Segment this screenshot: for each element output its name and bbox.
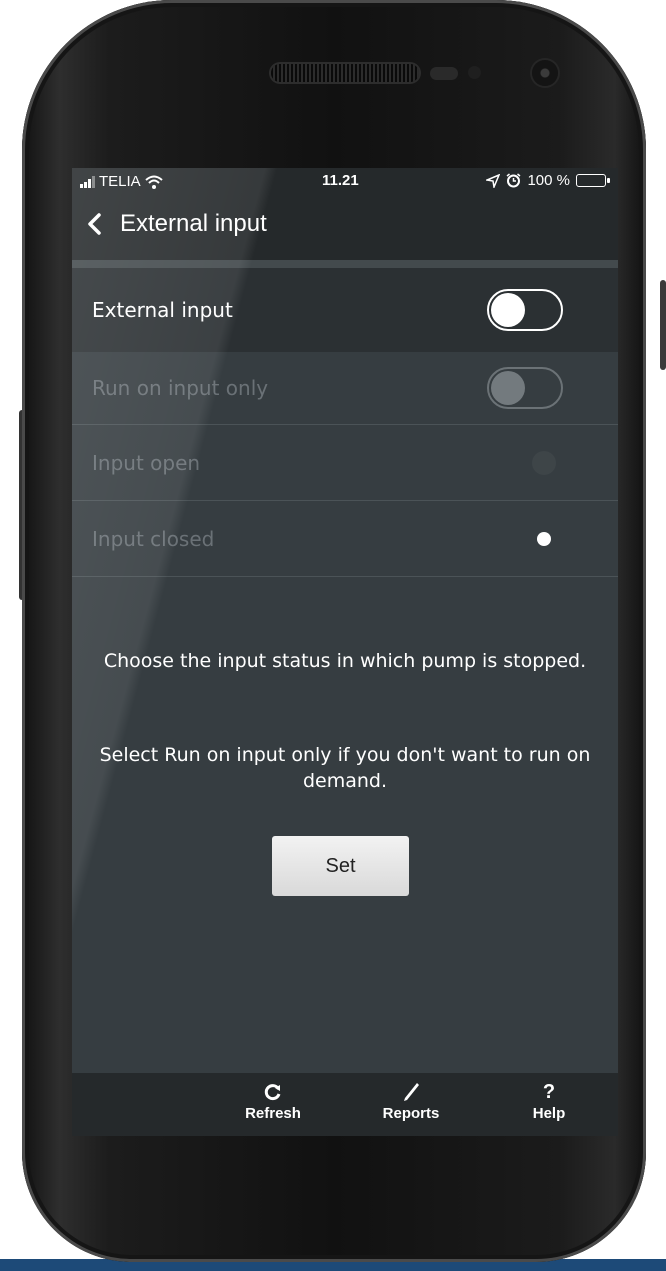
- external-input-row: External input: [72, 268, 618, 352]
- toggle-knob: [491, 293, 525, 327]
- input-closed-row: Input closed: [72, 501, 618, 577]
- bottom-tab-bar: Refresh Reports ? Help: [72, 1073, 618, 1136]
- status-bar: TELIA 11.21 100 %: [72, 168, 618, 196]
- phone-screen: TELIA 11.21 100 % External input Externa…: [72, 168, 618, 1136]
- front-camera: [532, 60, 558, 86]
- signal-icon: [80, 175, 95, 188]
- status-right: 100 %: [486, 172, 610, 189]
- nav-bar: External input: [72, 196, 618, 260]
- location-icon: [486, 173, 501, 188]
- help-icon: ?: [542, 1081, 556, 1103]
- external-input-label: External input: [92, 298, 233, 322]
- radio-selected-dot: [537, 531, 551, 546]
- info-text-input-status: Choose the input status in which pump is…: [103, 650, 587, 672]
- tab-help[interactable]: ? Help: [504, 1079, 594, 1122]
- run-on-input-only-row: Run on input only: [72, 352, 618, 425]
- back-button[interactable]: External input: [84, 210, 267, 238]
- status-left: TELIA: [80, 173, 163, 190]
- tab-reports[interactable]: Reports: [366, 1079, 456, 1122]
- page-title: External input: [120, 210, 267, 237]
- input-open-row: Input open: [72, 425, 618, 501]
- alarm-icon: [506, 173, 521, 188]
- tab-help-label: Help: [532, 1105, 566, 1122]
- refresh-icon: [264, 1084, 281, 1101]
- carrier-label: TELIA: [99, 173, 141, 190]
- light-sensor: [468, 66, 481, 79]
- external-input-toggle[interactable]: [487, 289, 563, 331]
- tab-refresh-label: Refresh: [245, 1105, 301, 1122]
- battery-percent: 100 %: [527, 172, 570, 189]
- set-button[interactable]: Set: [272, 836, 409, 896]
- wifi-icon: [145, 175, 163, 189]
- run-on-input-only-toggle[interactable]: [487, 367, 563, 409]
- toggle-knob: [491, 371, 525, 405]
- tab-reports-label: Reports: [382, 1105, 440, 1122]
- phone-side-button-right: [660, 280, 666, 370]
- info-text-run-on-input: Select Run on input only if you don't wa…: [99, 744, 591, 792]
- pencil-icon: [404, 1083, 419, 1101]
- chevron-left-icon: [88, 213, 101, 235]
- tab-refresh[interactable]: Refresh: [228, 1079, 318, 1122]
- input-closed-label: Input closed: [92, 526, 215, 551]
- proximity-sensor: [430, 67, 458, 80]
- input-open-label: Input open: [92, 450, 201, 475]
- run-on-input-only-label: Run on input only: [92, 376, 269, 400]
- earpiece-speaker: [271, 64, 419, 82]
- status-time: 11.21: [322, 172, 359, 189]
- battery-icon: [576, 174, 610, 187]
- input-closed-radio[interactable]: [532, 527, 556, 551]
- header-divider: [72, 260, 618, 268]
- input-open-radio[interactable]: [532, 450, 556, 475]
